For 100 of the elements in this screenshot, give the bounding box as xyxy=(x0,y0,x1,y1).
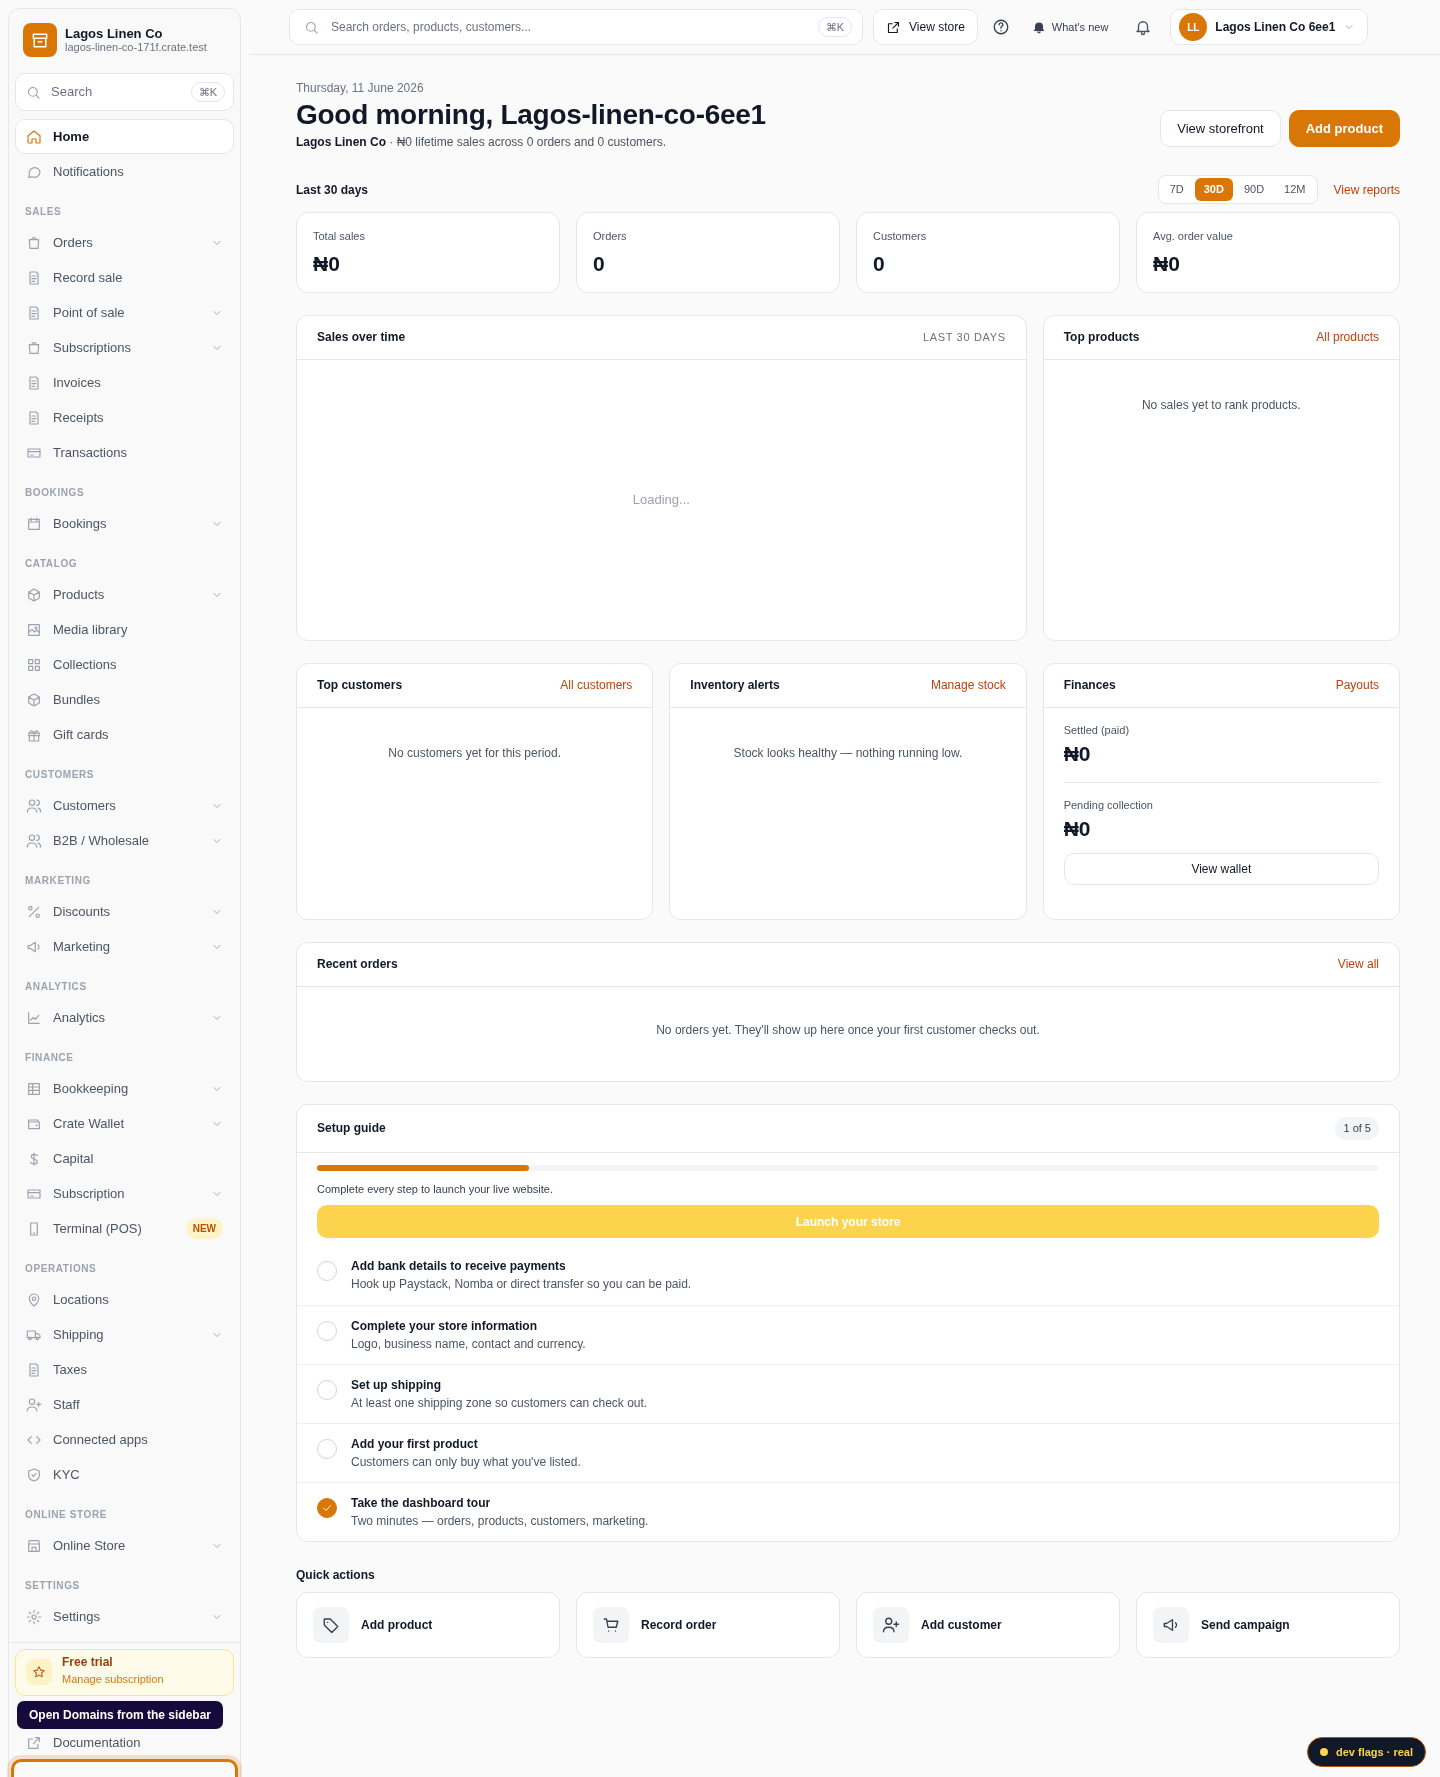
sidebar-item[interactable]: Home xyxy=(15,119,234,154)
sidebar-item[interactable]: Shipping xyxy=(15,1317,234,1352)
shortcut-hint: ⌘K xyxy=(817,16,852,38)
sidebar-item[interactable]: Transactions xyxy=(15,435,234,470)
dev-flags-pill[interactable]: dev flags · real xyxy=(1306,1736,1426,1767)
quick-action-button[interactable]: Record order xyxy=(576,1592,840,1659)
loading-text: Loading... xyxy=(632,491,690,510)
sidebar-item[interactable]: Bundles xyxy=(15,682,234,717)
sidebar-item[interactable]: Discounts xyxy=(15,894,234,929)
step-description: Logo, business name, contact and currency. xyxy=(351,1336,586,1354)
sidebar-item[interactable]: Marketing xyxy=(15,929,234,964)
search-field[interactable]: Search ⌘K xyxy=(15,73,234,111)
view-reports-link[interactable]: View reports xyxy=(1333,180,1400,199)
section-heading: ANALYTICS xyxy=(24,980,88,994)
balance-value: ₦0 xyxy=(1063,816,1092,843)
step-title: Add bank details to receive payments xyxy=(351,1258,567,1276)
sidebar-item[interactable]: Bookkeeping xyxy=(15,1071,234,1106)
sidebar-item[interactable]: B2B / Wholesale xyxy=(15,823,234,858)
search-field[interactable]: Search orders, products, customers... ⌘K xyxy=(289,9,863,45)
external-link-icon xyxy=(886,19,901,35)
sidebar-item[interactable]: Taxes xyxy=(15,1352,234,1387)
storefront-icon xyxy=(26,1537,42,1554)
sidebar-item[interactable]: Invoices xyxy=(15,365,234,400)
card-link[interactable]: View all xyxy=(1337,955,1379,974)
view-store-button[interactable]: View store xyxy=(873,9,978,45)
sidebar-item[interactable]: Orders xyxy=(15,225,234,260)
sidebar-item[interactable]: Gift cards xyxy=(15,717,234,752)
sidebar-item[interactable]: Notifications xyxy=(15,154,234,189)
sidebar-item[interactable]: Record sale xyxy=(15,260,234,295)
sidebar-item[interactable]: Connected apps xyxy=(15,1422,234,1457)
sidebar-item[interactable]: Products xyxy=(15,577,234,612)
sidebar-item[interactable]: Subscription xyxy=(15,1176,234,1211)
step-title: Set up shipping xyxy=(351,1377,442,1395)
stat-label: Orders xyxy=(593,228,628,244)
search-input[interactable]: Search xyxy=(49,81,183,103)
sidebar-item[interactable]: Collections xyxy=(15,647,234,682)
sidebar-item[interactable]: Documentation xyxy=(15,1730,234,1755)
sidebar-item[interactable]: Bookings xyxy=(15,506,234,541)
section-heading: ONLINE STORE xyxy=(24,1508,109,1522)
range-tab[interactable]: 7D xyxy=(1160,178,1193,201)
help-icon xyxy=(991,18,1010,36)
view-storefront-button[interactable]: View storefront xyxy=(1160,109,1281,148)
shopping-bag-icon xyxy=(26,339,42,356)
search-icon xyxy=(26,84,41,100)
sidebar-item[interactable]: KYC xyxy=(15,1457,234,1492)
card-title: Recent orders xyxy=(317,956,398,974)
card-link[interactable]: Payouts xyxy=(1335,676,1379,695)
sidebar-item[interactable]: Online Store xyxy=(15,1528,234,1563)
sidebar-item[interactable]: Settings xyxy=(15,1599,234,1634)
card-title: Top customers xyxy=(317,677,403,695)
balance-label: Settled (paid) xyxy=(1063,722,1131,738)
table-icon xyxy=(26,1080,42,1097)
sidebar-item[interactable]: Capital xyxy=(15,1141,234,1176)
balance-value: ₦0 xyxy=(1063,741,1092,768)
card-title: Inventory alerts xyxy=(690,677,780,695)
sidebar-item[interactable]: Analytics xyxy=(15,1000,234,1035)
tag-icon xyxy=(322,1616,340,1635)
section-title: Quick actions xyxy=(296,1567,376,1585)
range-tab[interactable]: 90D xyxy=(1234,178,1274,201)
sidebar-item[interactable]: Customers xyxy=(15,788,234,823)
calendar-icon xyxy=(26,515,42,532)
section-heading: FINANCE xyxy=(24,1051,75,1065)
quick-action-button[interactable]: Send campaign xyxy=(1136,1592,1400,1659)
new-badge: NEW xyxy=(185,1218,223,1239)
sidebar-item[interactable]: Receipts xyxy=(15,400,234,435)
document-icon xyxy=(26,409,42,426)
box-icon xyxy=(26,586,42,603)
add-user-icon xyxy=(26,1396,42,1413)
free-trial-card[interactable]: Free trial Manage subscription xyxy=(15,1649,234,1696)
sidebar-item[interactable]: Media library xyxy=(15,612,234,647)
sidebar-item[interactable]: Point of sale xyxy=(15,295,234,330)
account-menu[interactable]: LL Lagos Linen Co 6ee1 xyxy=(1170,9,1369,45)
card-link[interactable]: All products xyxy=(1316,328,1379,347)
document-icon xyxy=(26,374,42,391)
step-title: Complete your store information xyxy=(351,1318,539,1336)
step-description: Two minutes — orders, products, customers, marketing. xyxy=(351,1513,649,1531)
quick-action-button[interactable]: Add customer xyxy=(856,1592,1120,1659)
view-wallet-button[interactable]: View wallet xyxy=(1063,852,1379,885)
card-link[interactable]: Manage stock xyxy=(930,676,1006,695)
step-checkbox[interactable] xyxy=(317,1498,337,1519)
grid-icon xyxy=(26,656,42,673)
stat-value: ₦0 xyxy=(313,251,341,278)
home-icon xyxy=(26,128,42,145)
card-link[interactable]: All customers xyxy=(560,676,633,695)
sidebar-item[interactable]: Locations xyxy=(15,1282,234,1317)
sidebar-item[interactable]: Crate Wallet xyxy=(15,1106,234,1141)
sidebar-item[interactable]: Staff xyxy=(15,1387,234,1422)
stat-value: 0 xyxy=(873,251,886,278)
date-text: Thursday, 11 June 2026 xyxy=(296,80,425,97)
sidebar-item[interactable]: Terminal (POS) NEW xyxy=(15,1211,234,1246)
whats-new-button[interactable]: What's new xyxy=(1023,14,1117,40)
quick-action-button[interactable]: Add product xyxy=(296,1592,560,1659)
step-title: Add your first product xyxy=(351,1436,479,1454)
sidebar-item[interactable]: Subscriptions xyxy=(15,330,234,365)
document-icon xyxy=(26,1361,42,1378)
star-icon xyxy=(32,1665,46,1680)
search-input[interactable]: Search orders, products, customers... xyxy=(329,17,808,37)
greeting-heading: Good morning, Lagos-linen-co-6ee1 xyxy=(296,98,766,132)
range-tab[interactable]: 12M xyxy=(1275,178,1315,201)
balance-label: Pending collection xyxy=(1063,797,1154,813)
